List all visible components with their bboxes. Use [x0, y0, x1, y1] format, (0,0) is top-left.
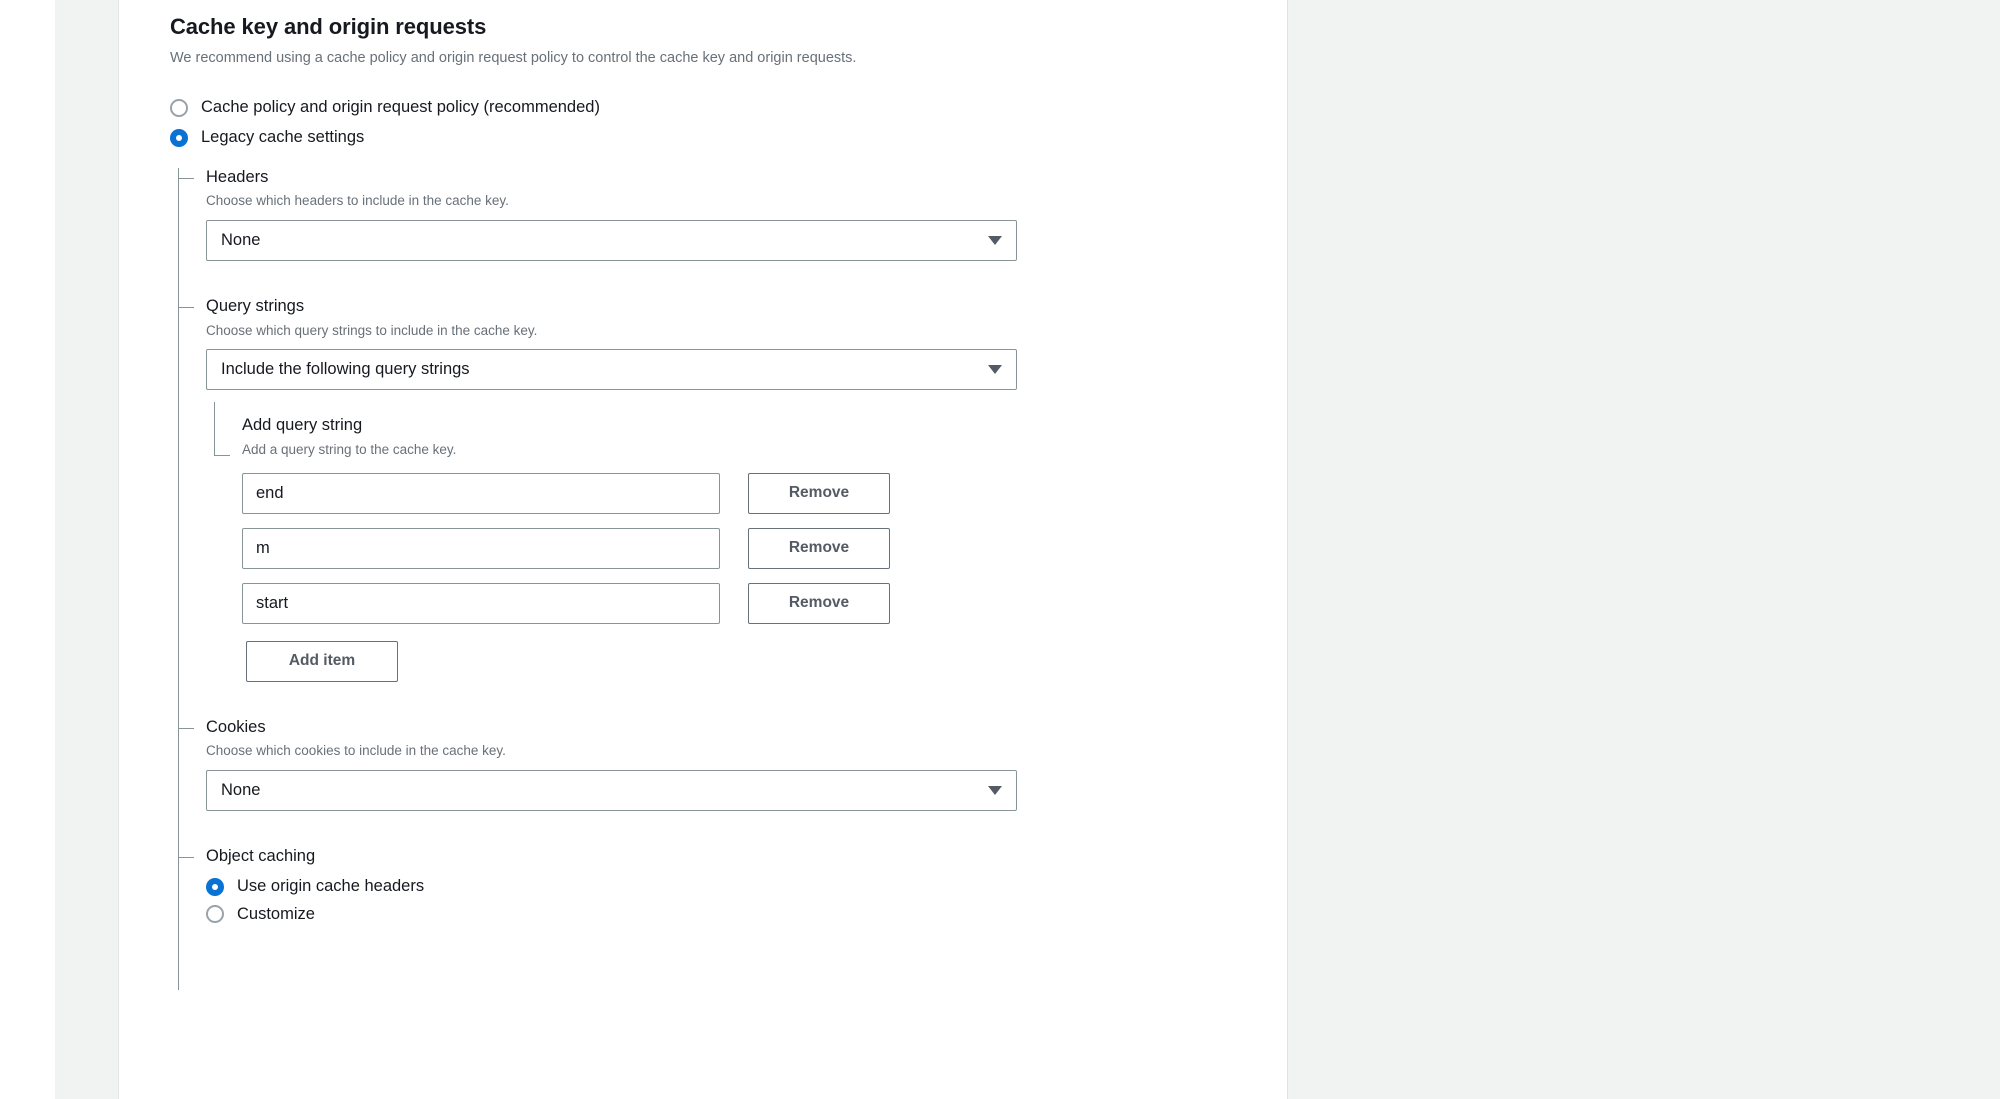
select-cookies[interactable]: None: [206, 769, 1017, 811]
query-string-input[interactable]: [242, 582, 720, 624]
left-edge-spacer: [0, 0, 55, 1099]
chevron-down-icon: [988, 235, 1002, 245]
add-item-button[interactable]: Add item: [246, 640, 398, 682]
query-string-input[interactable]: [242, 472, 720, 514]
chevron-down-icon: [988, 785, 1002, 795]
radio-label-legacy-cache: Legacy cache settings: [201, 127, 365, 146]
remove-button[interactable]: Remove: [748, 472, 890, 514]
radio-indicator-legacy-cache[interactable]: [170, 128, 188, 147]
description-query-strings: Choose which query strings to include in…: [206, 322, 538, 338]
right-background-region: [1288, 0, 2000, 1099]
tree-spine: [178, 167, 179, 990]
radio-label-cache-policy: Cache policy and origin request policy (…: [201, 97, 600, 116]
label-headers: Headers: [206, 167, 269, 186]
description-cookies: Choose which cookies to include in the c…: [206, 743, 506, 759]
tree-tick-object-caching: [178, 856, 194, 858]
description-headers: Choose which headers to include in the c…: [206, 193, 509, 209]
tree-tick-cookies: [178, 727, 194, 729]
select-cookies-value: None: [221, 781, 261, 800]
content-panel: Cache key and origin requests We recomme…: [119, 0, 1288, 1099]
select-headers[interactable]: None: [206, 219, 1017, 261]
label-query-strings: Query strings: [206, 296, 305, 315]
radio-indicator-use-origin-cache-headers[interactable]: [206, 877, 224, 896]
query-string-item-row: Remove: [242, 582, 1287, 624]
subtree-spine: [214, 402, 215, 456]
radio-option-customize[interactable]: Customize: [206, 905, 1287, 925]
subtree-elbow: [214, 455, 230, 457]
radio-option-legacy-cache[interactable]: Legacy cache settings: [170, 128, 1287, 148]
radio-group-object-caching: Use origin cache headers Customize: [206, 877, 1287, 925]
query-string-item-row: Remove: [242, 527, 1287, 569]
remove-button[interactable]: Remove: [748, 527, 890, 569]
label-cookies: Cookies: [206, 717, 266, 736]
radio-label-use-origin-cache-headers: Use origin cache headers: [237, 876, 425, 895]
field-object-caching: Object caching Use origin cache headers …: [178, 846, 1287, 925]
left-gutter: [55, 0, 119, 1099]
radio-indicator-customize[interactable]: [206, 905, 224, 924]
page-root: Cache key and origin requests We recomme…: [0, 0, 2000, 1099]
select-query-strings-value: Include the following query strings: [221, 360, 470, 379]
subsection-add-query-string: Add query string Add a query string to t…: [206, 390, 1287, 682]
radio-indicator-cache-policy[interactable]: [170, 98, 188, 117]
chevron-down-icon: [988, 365, 1002, 375]
page-title: Cache key and origin requests: [170, 14, 487, 39]
radio-label-customize: Customize: [237, 904, 315, 923]
legacy-settings-tree: Headers Choose which headers to include …: [170, 167, 1287, 990]
query-string-item-row: Remove: [242, 472, 1287, 514]
tree-tick-query-strings: [178, 306, 194, 308]
label-add-query-string: Add query string: [242, 416, 363, 435]
field-cookies: Cookies Choose which cookies to include …: [178, 717, 1287, 811]
description-add-query-string: Add a query string to the cache key.: [242, 442, 457, 458]
tree-tick-headers: [178, 177, 194, 179]
radio-option-use-origin-cache-headers[interactable]: Use origin cache headers: [206, 877, 1287, 897]
select-headers-value: None: [221, 231, 261, 250]
section-description: We recommend using a cache policy and or…: [170, 50, 857, 67]
remove-button[interactable]: Remove: [748, 582, 890, 624]
content-inner: Cache key and origin requests We recomme…: [119, 0, 1287, 990]
field-query-strings: Query strings Choose which query strings…: [178, 296, 1287, 682]
select-query-strings[interactable]: Include the following query strings: [206, 349, 1017, 391]
radio-option-cache-policy[interactable]: Cache policy and origin request policy (…: [170, 98, 1287, 118]
field-headers: Headers Choose which headers to include …: [178, 167, 1287, 261]
query-string-input[interactable]: [242, 527, 720, 569]
label-object-caching: Object caching: [206, 846, 316, 865]
